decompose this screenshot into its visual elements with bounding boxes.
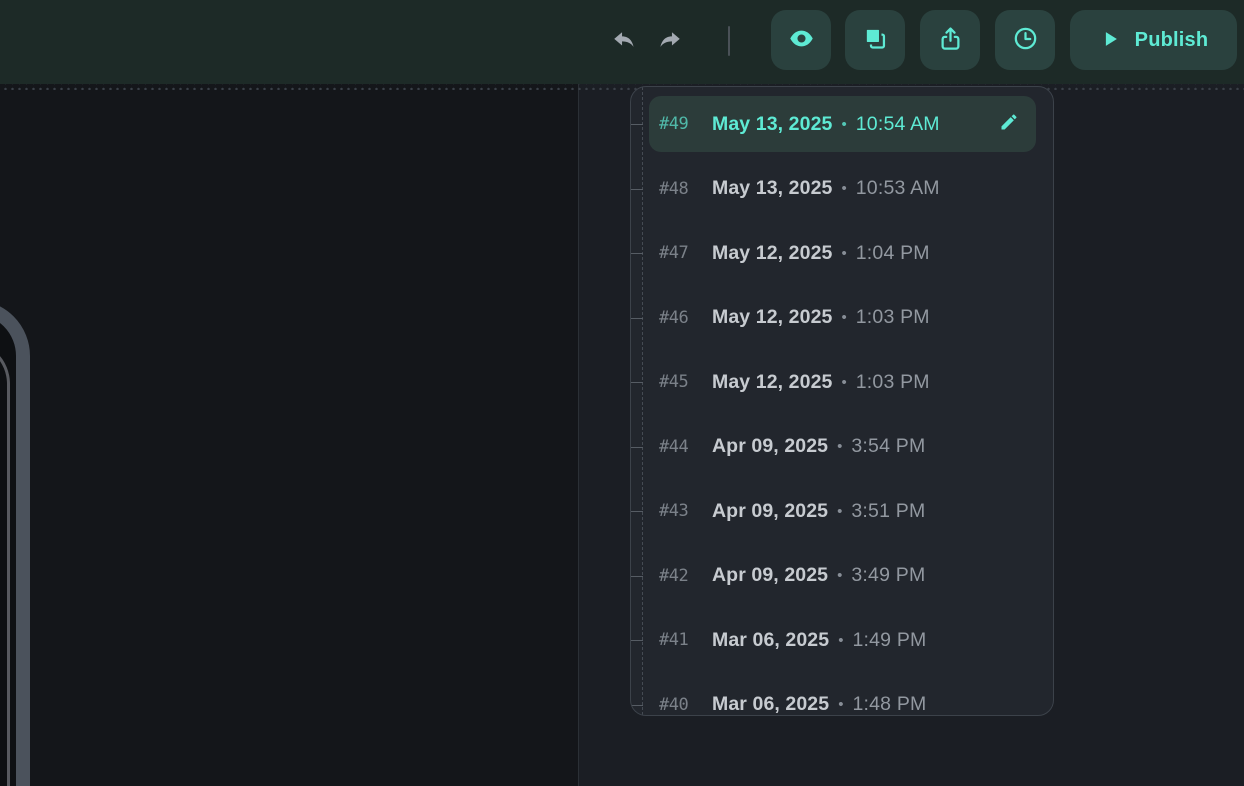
version-date: Apr 09, 2025 (712, 435, 828, 458)
timeline-tick (631, 705, 643, 706)
version-number: #41 (659, 630, 703, 650)
undo-button[interactable] (610, 28, 638, 56)
version-date: May 12, 2025 (712, 371, 832, 394)
version-separator: • (841, 116, 846, 133)
duplicate-button[interactable] (845, 10, 905, 70)
version-separator: • (838, 632, 843, 649)
version-time: 3:54 PM (851, 435, 925, 458)
dot-grid-line (0, 84, 1244, 90)
version-time: 3:49 PM (851, 564, 925, 587)
timeline-tick (631, 382, 643, 383)
version-list-item[interactable]: #44 Apr 09, 2025 • 3:54 PM (649, 419, 1036, 475)
timeline-tick (631, 511, 643, 512)
publish-label: Publish (1135, 29, 1209, 52)
device-preview-frame (0, 300, 30, 786)
version-separator: • (837, 503, 842, 520)
version-list-item[interactable]: #42 Apr 09, 2025 • 3:49 PM (649, 548, 1036, 604)
version-number: #44 (659, 437, 703, 457)
share-icon (937, 25, 964, 55)
version-number: #45 (659, 372, 703, 392)
version-number: #46 (659, 308, 703, 328)
version-separator: • (841, 180, 846, 197)
version-list-item[interactable]: #43 Apr 09, 2025 • 3:51 PM (649, 483, 1036, 539)
version-history-button[interactable] (995, 10, 1055, 70)
share-button[interactable] (920, 10, 980, 70)
version-number: #48 (659, 179, 703, 199)
top-toolbar: Publish (0, 0, 1244, 84)
editor-canvas[interactable] (0, 84, 578, 786)
undo-redo-group (610, 0, 684, 84)
version-time: 1:03 PM (856, 371, 930, 394)
version-separator: • (841, 245, 846, 262)
version-number: #49 (659, 114, 703, 134)
version-separator: • (841, 309, 846, 326)
timeline-tick (631, 124, 643, 125)
timeline-tick (631, 640, 643, 641)
clock-icon (1012, 25, 1039, 55)
main-area: #49 May 13, 2025 • 10:54 AM #48 May 13, … (0, 84, 1244, 786)
version-list-item[interactable]: #45 May 12, 2025 • 1:03 PM (649, 354, 1036, 410)
toolbar-divider (728, 26, 730, 56)
version-date: May 13, 2025 (712, 113, 832, 136)
version-list-item[interactable]: #46 May 12, 2025 • 1:03 PM (649, 290, 1036, 346)
timeline-tick (631, 189, 643, 190)
version-number: #43 (659, 501, 703, 521)
version-date: May 13, 2025 (712, 177, 832, 200)
version-number: #47 (659, 243, 703, 263)
publish-button[interactable]: Publish (1070, 10, 1237, 70)
eye-icon (788, 25, 815, 55)
copy-icon (862, 25, 889, 55)
version-history-popover: #49 May 13, 2025 • 10:54 AM #48 May 13, … (630, 86, 1054, 716)
play-icon (1099, 28, 1121, 53)
version-time: 1:48 PM (852, 693, 926, 716)
version-list-item[interactable]: #40 Mar 06, 2025 • 1:48 PM (649, 677, 1036, 717)
redo-button[interactable] (656, 28, 684, 56)
version-date: Apr 09, 2025 (712, 564, 828, 587)
version-separator: • (838, 696, 843, 713)
version-date: May 12, 2025 (712, 242, 832, 265)
timeline-tick (631, 318, 643, 319)
undo-arrow-icon (611, 27, 637, 58)
app-window: Publish #49 May 13, 2025 • 10:54 AM #48 (0, 0, 1244, 786)
preview-button[interactable] (771, 10, 831, 70)
version-date: May 12, 2025 (712, 306, 832, 329)
version-list-item[interactable]: #47 May 12, 2025 • 1:04 PM (649, 225, 1036, 281)
version-list: #49 May 13, 2025 • 10:54 AM #48 May 13, … (631, 96, 1053, 716)
edit-version-button[interactable] (998, 113, 1020, 135)
version-list-item[interactable]: #49 May 13, 2025 • 10:54 AM (649, 96, 1036, 152)
pencil-icon (999, 112, 1019, 137)
version-time: 3:51 PM (851, 500, 925, 523)
version-date: Apr 09, 2025 (712, 500, 828, 523)
version-number: #42 (659, 566, 703, 586)
version-time: 10:53 AM (856, 177, 940, 200)
version-separator: • (837, 438, 842, 455)
version-list-item[interactable]: #41 Mar 06, 2025 • 1:49 PM (649, 612, 1036, 668)
redo-arrow-icon (657, 27, 683, 58)
version-time: 1:03 PM (856, 306, 930, 329)
version-date: Mar 06, 2025 (712, 629, 829, 652)
version-date: Mar 06, 2025 (712, 693, 829, 716)
version-time: 10:54 AM (856, 113, 940, 136)
version-time: 1:49 PM (852, 629, 926, 652)
version-time: 1:04 PM (856, 242, 930, 265)
device-screen-edge (0, 340, 10, 786)
version-separator: • (837, 567, 842, 584)
version-number: #40 (659, 695, 703, 715)
timeline-tick (631, 576, 643, 577)
version-separator: • (841, 374, 846, 391)
timeline-tick (631, 447, 643, 448)
timeline-tick (631, 253, 643, 254)
version-list-item[interactable]: #48 May 13, 2025 • 10:53 AM (649, 161, 1036, 217)
